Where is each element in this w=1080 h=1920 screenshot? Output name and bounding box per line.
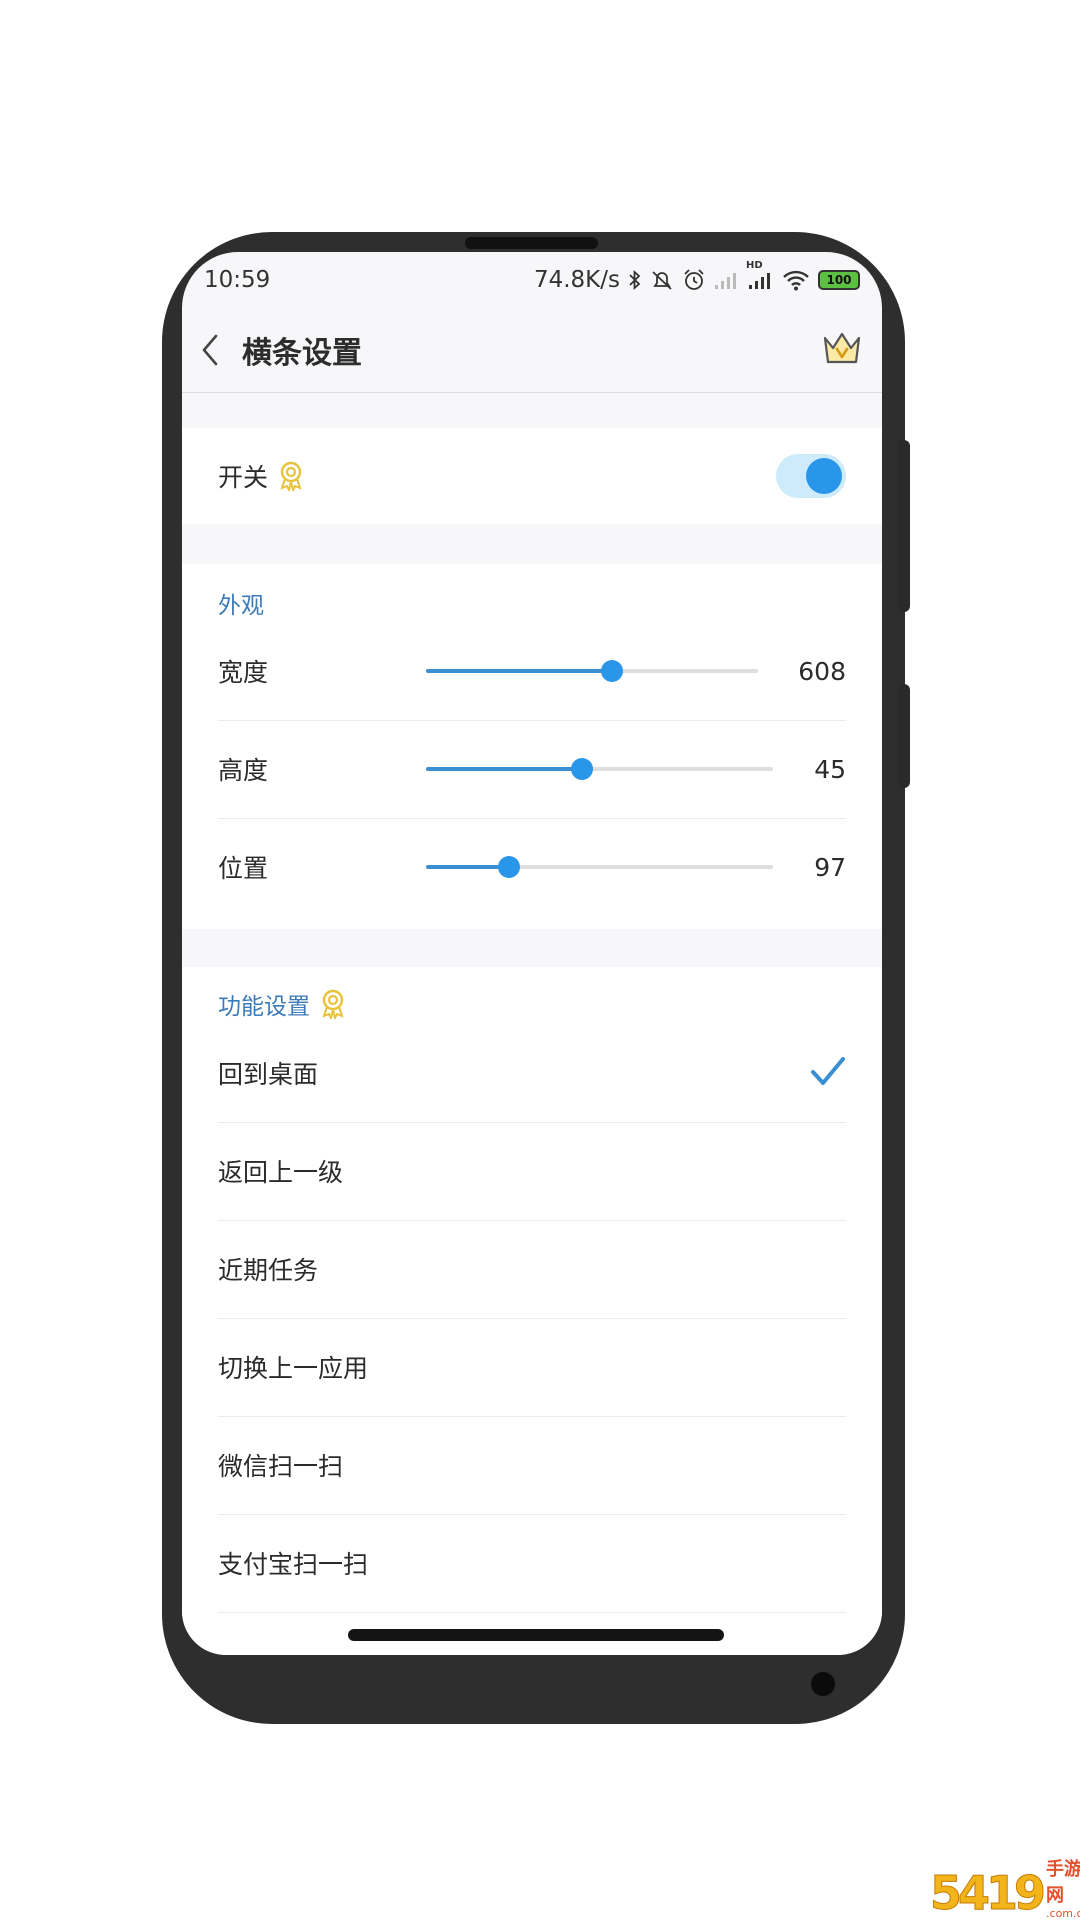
vip-crown-icon[interactable] [822,330,862,370]
switch-row: 开关 [218,428,846,524]
watermark-text-block: 手游网 .com.cn [1046,1855,1080,1920]
position-label: 位置 [218,854,269,883]
title-divider [182,392,882,393]
watermark-number: 5419 [929,1866,1046,1920]
function-settings-header-text: 功能设置 [218,994,310,1020]
watermark-text: 手游网 [1046,1859,1080,1906]
height-value: 45 [814,754,846,784]
power-button [898,684,910,788]
hd-signal-icon: HD [746,260,774,290]
alarm-icon [682,268,706,292]
function-item-label: 支付宝扫一扫 [218,1550,369,1579]
home-indicator[interactable] [348,1629,724,1641]
switch-card: 开关 [182,428,882,524]
function-item-wechat-scan[interactable]: 微信扫一扫 [218,1416,846,1514]
width-slider-thumb[interactable] [600,660,623,682]
function-item-label: 返回上一级 [218,1158,344,1187]
phone-earpiece [465,237,598,249]
bluetooth-icon [628,269,642,291]
premium-badge-icon [320,989,346,1019]
bar-enable-toggle[interactable] [776,454,846,498]
status-time: 10:59 [204,267,271,293]
network-speed: 74.8K/s [533,267,620,293]
function-settings-header: 功能设置 [218,987,346,1021]
premium-badge-icon [278,461,304,491]
title-bar: 横条设置 [182,308,882,392]
toggle-knob [806,458,842,494]
back-arrow-icon[interactable] [200,330,230,370]
position-slider-row: 位置 97 [218,818,846,916]
function-item-home[interactable]: 回到桌面 [218,1024,846,1122]
battery-icon: 100 [818,270,860,290]
function-item-label: 微信扫一扫 [218,1452,344,1481]
signal-icon [714,270,740,290]
position-slider[interactable] [426,856,773,878]
function-item-label: 近期任务 [218,1256,319,1285]
function-item-recents[interactable]: 近期任务 [218,1220,846,1318]
height-slider[interactable] [426,758,773,780]
watermark-logo: 5419 手游网 .com.cn [929,1859,1080,1920]
appearance-header: 外观 [218,586,264,620]
page-title: 横条设置 [242,336,362,371]
status-bar: 10:59 74.8K/s HD 100 [182,252,882,308]
status-icons: 74.8K/s HD 100 [533,260,860,293]
row-divider [218,1612,846,1613]
position-slider-fill [426,865,510,869]
camera-dot [811,1672,835,1696]
function-item-label: 回到桌面 [218,1060,319,1089]
watermark-url: .com.cn [1046,1907,1080,1920]
volume-button [898,440,910,612]
position-value: 97 [814,852,846,882]
position-slider-thumb[interactable] [498,856,521,878]
function-item-back[interactable]: 返回上一级 [218,1122,846,1220]
height-label: 高度 [218,756,269,785]
function-item-alipay-scan[interactable]: 支付宝扫一扫 [218,1514,846,1612]
height-slider-row: 高度 45 [218,720,846,818]
width-slider-row: 宽度 608 [218,622,846,720]
appearance-card: 外观 宽度 608 高度 45 位置 97 [182,564,882,929]
function-item-switch-app[interactable]: 切换上一应用 [218,1318,846,1416]
height-slider-thumb[interactable] [571,758,594,780]
width-value: 608 [798,656,846,686]
function-settings-card: 功能设置 回到桌面 返回上一级 近期任务 切换上一应用 微信扫一扫 支付宝扫一扫 [182,967,882,1655]
hd-label: HD [746,260,763,271]
width-slider-fill [426,669,612,673]
height-slider-fill [426,767,583,771]
function-item-label: 切换上一应用 [218,1354,369,1383]
mute-icon [650,269,674,291]
wifi-icon [782,269,810,291]
phone-screen: 10:59 74.8K/s HD 100 横条设置 开关 外观 宽度 608 高… [182,252,882,1655]
width-slider[interactable] [426,660,758,682]
switch-label: 开关 [218,463,269,492]
checkmark-icon [810,1054,846,1094]
width-label: 宽度 [218,658,269,687]
appearance-header-text: 外观 [218,593,264,619]
